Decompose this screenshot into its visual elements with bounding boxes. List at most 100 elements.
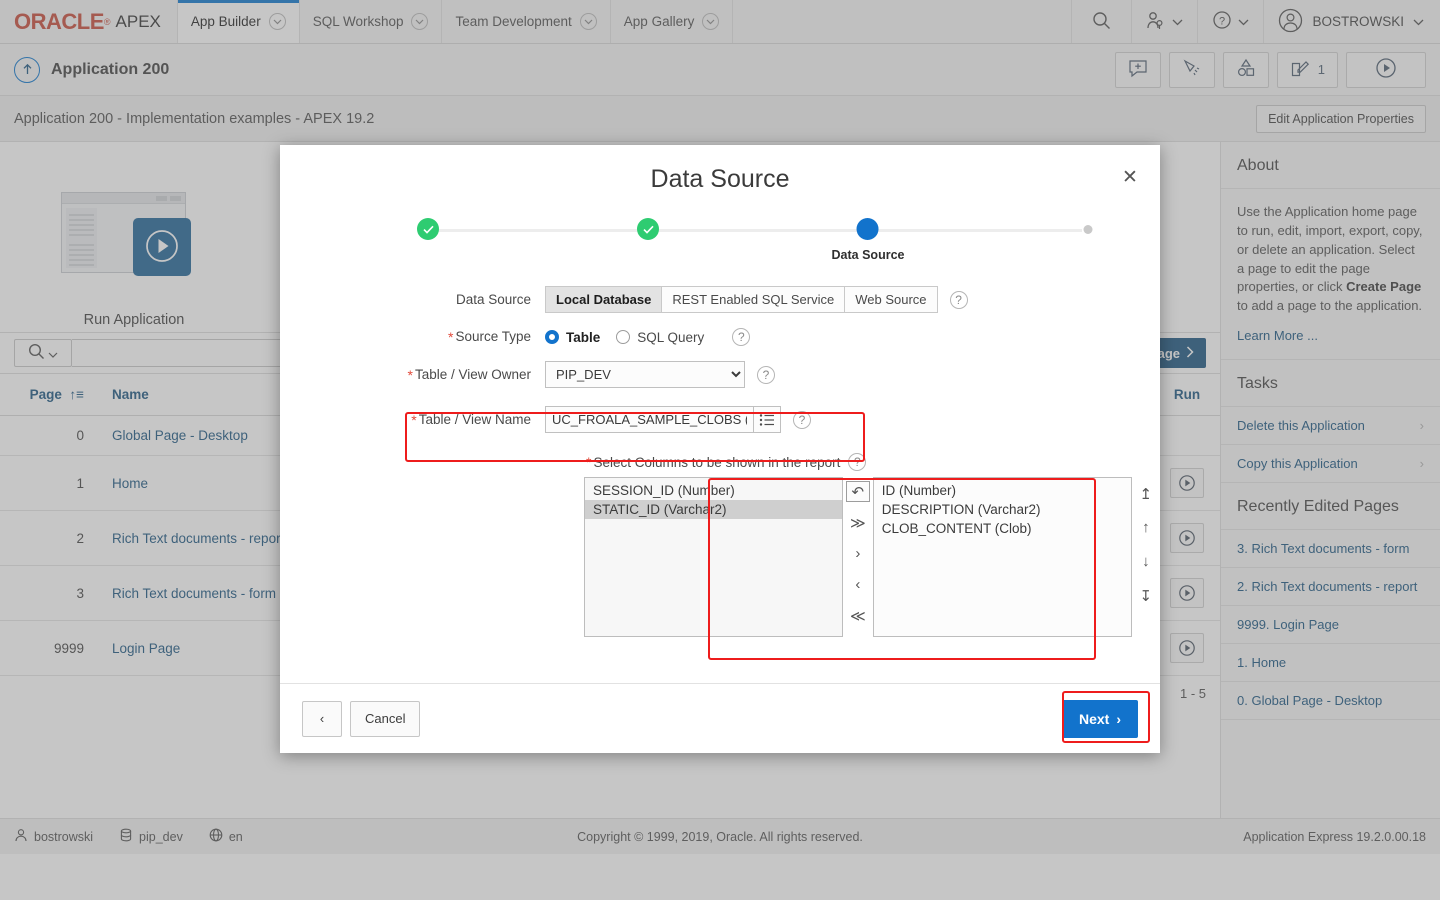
account-menu-button[interactable] [1132,0,1198,43]
footer-copyright: Copyright © 1999, 2019, Oracle. All righ… [577,830,863,844]
search-button[interactable] [1072,0,1132,43]
column-header-run: Run [1154,374,1220,416]
recent-page-label: 1. Home [1237,655,1286,670]
move-bottom-button[interactable]: ↧ [1134,585,1158,606]
help-icon[interactable]: ? [757,366,775,384]
row-run-button[interactable] [1170,633,1204,663]
move-down-button[interactable]: ↓ [1134,551,1158,572]
chevron-down-icon[interactable] [702,13,719,30]
field-data-source: Data Source Local Database REST Enabled … [280,286,1160,313]
chevron-down-icon[interactable] [580,13,597,30]
dialog-title: Data Source [280,165,1160,194]
run-application-tile[interactable]: Run Application [14,192,254,328]
about-section: Use the Application home page to run, ed… [1221,189,1440,360]
wizard-step-1[interactable] [417,214,439,248]
recent-page-item[interactable]: 9999. Login Page [1221,606,1440,644]
field-table-view-owner: *Table / View Owner PIP_DEV ? [280,361,1160,388]
option-rest-enabled-sql-service[interactable]: REST Enabled SQL Service [661,286,844,313]
recent-page-item[interactable]: 1. Home [1221,644,1440,682]
column-header-page[interactable]: Page ↑≡ [0,374,98,416]
oracle-apex-logo[interactable]: ORACLE®APEX [0,0,178,43]
nav-tab-team-development[interactable]: Team Development [442,0,610,43]
nav-tab-app-gallery[interactable]: App Gallery [611,0,734,43]
cancel-button[interactable]: Cancel [350,701,420,737]
dialog-header: Data Source ✕ [280,145,1160,198]
footer-language[interactable]: en [209,828,243,845]
radio-selected-icon [545,330,559,344]
nav-tab-app-builder[interactable]: App Builder [178,0,300,43]
close-icon[interactable]: ✕ [1118,165,1142,189]
radio-table[interactable]: Table [545,330,600,345]
chevron-down-icon[interactable] [269,13,286,30]
recent-page-item[interactable]: 0. Global Page - Desktop [1221,682,1440,720]
about-text-bold: Create Page [1346,279,1421,294]
option-local-database[interactable]: Local Database [545,286,661,313]
wizard-step-2[interactable] [637,214,659,248]
play-badge [133,218,191,276]
application-description-bar: Application 200 - Implementation example… [0,96,1440,142]
footer-user[interactable]: bostrowski [14,828,93,845]
row-run-button[interactable] [1170,523,1204,553]
radio-sql-query[interactable]: SQL Query [616,330,704,345]
footer-workspace[interactable]: pip_dev [119,828,183,845]
comment-plus-icon [1128,58,1148,81]
nav-tab-sql-workshop[interactable]: SQL Workshop [300,0,443,43]
edit-application-properties-button[interactable]: Edit Application Properties [1256,105,1426,133]
sort-buttons: ↥ ↑ ↓ ↧ [1132,477,1160,606]
help-icon[interactable]: ? [950,291,968,309]
run-application-button[interactable] [1346,52,1426,88]
cell-run [1154,621,1220,676]
chevron-right-icon: › [1420,456,1424,471]
about-heading: About [1221,142,1440,189]
footer-language-label: en [229,830,243,844]
highlight-next-button [1062,691,1150,743]
cell-run [1154,511,1220,566]
recent-page-label: 3. Rich Text documents - form [1237,541,1409,556]
learn-more-link[interactable]: Learn More ... [1237,328,1318,343]
task-delete-application[interactable]: Delete this Application › [1221,407,1440,445]
recent-page-label: 2. Rich Text documents - report [1237,579,1417,594]
recent-page-item[interactable]: 2. Rich Text documents - report [1221,568,1440,606]
chevron-down-icon[interactable] [411,13,428,30]
comment-add-button[interactable] [1115,52,1161,88]
required-marker: * [448,329,453,345]
chevron-down-icon [1172,14,1183,29]
recently-edited-pages-heading: Recently Edited Pages [1221,483,1440,530]
table-owner-select[interactable]: PIP_DEV [545,361,745,388]
wizard-step-3[interactable]: Data Source [832,214,905,262]
arrow-up-icon[interactable] [14,57,40,83]
recent-page-label: 9999. Login Page [1237,617,1339,632]
nav-tab-label: App Gallery [624,14,695,29]
option-web-source[interactable]: Web Source [844,286,937,313]
top-navigation-bar: ORACLE®APEX App Builder SQL Workshop Tea… [0,0,1440,44]
help-icon[interactable]: ? [732,328,750,346]
row-run-button[interactable] [1170,468,1204,498]
search-options-button[interactable] [14,339,72,367]
breadcrumb-bar: Application 200 1 [0,44,1440,96]
column-label: Page [30,387,62,402]
help-menu-button[interactable]: ? [1198,0,1264,43]
cell-run [1154,456,1220,511]
registered-mark: ® [104,17,111,27]
user-menu-button[interactable]: BOSTROWSKI [1264,0,1440,43]
step-complete-icon [417,218,439,240]
cell-page: 9999 [0,621,98,676]
recent-page-item[interactable]: 3. Rich Text documents - form [1221,530,1440,568]
play-circle-icon [144,228,180,267]
theme-button[interactable] [1169,52,1215,88]
edit-page-count: 1 [1318,62,1325,77]
edit-page-button[interactable]: 1 [1277,52,1338,88]
move-up-button[interactable]: ↑ [1134,517,1158,538]
shapes-button[interactable] [1223,52,1269,88]
footer-user-label: bostrowski [34,830,93,844]
move-top-button[interactable]: ↥ [1134,483,1158,504]
account-helper-icon [1146,11,1166,33]
cell-page: 0 [0,416,98,456]
nav-tab-label: Team Development [455,14,571,29]
task-copy-application[interactable]: Copy this Application › [1221,445,1440,483]
dialog-footer: ‹ Cancel Next › [280,683,1160,753]
edit-icon [1290,59,1309,81]
row-run-button[interactable] [1170,578,1204,608]
back-button[interactable]: ‹ [302,701,342,737]
wizard-step-4[interactable] [1084,214,1093,242]
